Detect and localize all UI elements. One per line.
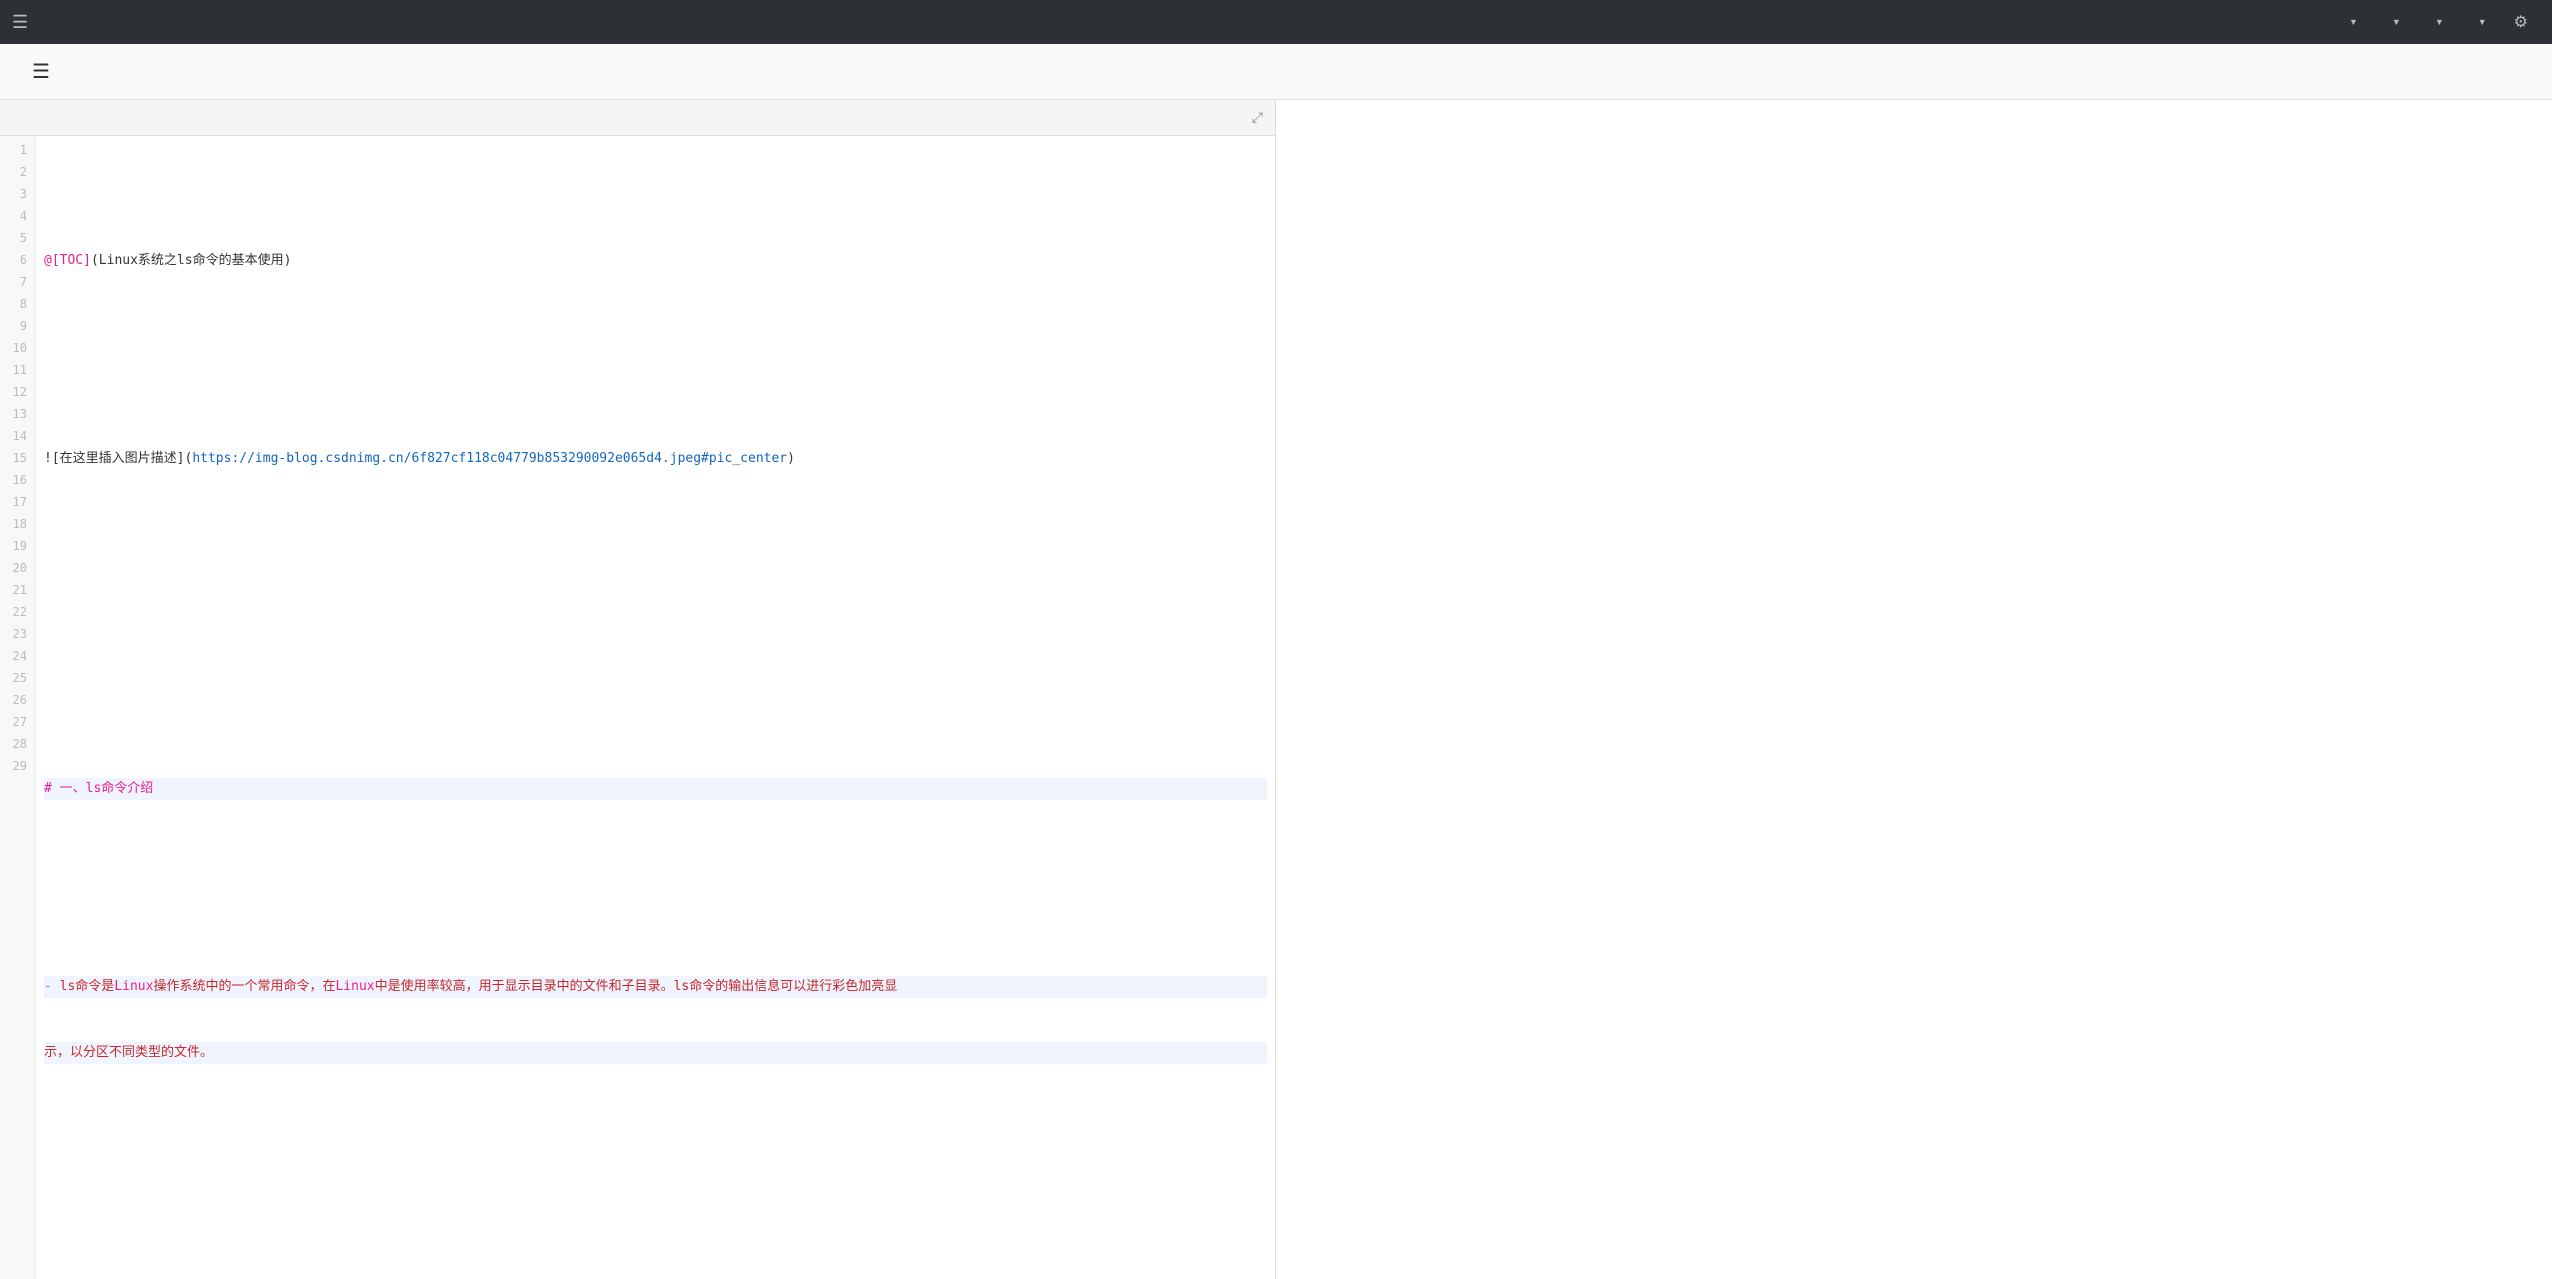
chevron-down-icon: ▼ <box>2349 17 2359 27</box>
save-to-button[interactable]: ▼ <box>2416 0 2459 44</box>
doc-title: ☰ <box>32 59 2530 84</box>
preview-as-button[interactable]: ▼ <box>2330 0 2373 44</box>
code-line: ![在这里插入图片描述](https://img-blog.csdnimg.cn… <box>44 448 1267 470</box>
code-line <box>44 910 1267 932</box>
code-line <box>44 1240 1267 1262</box>
menu-icon[interactable]: ☰ <box>12 12 28 33</box>
doc-info-bar: ☰ <box>0 44 2552 100</box>
nav-actions: ▼ ▼ ▼ ▼ ⚙ <box>2330 0 2540 44</box>
code-line <box>44 316 1267 338</box>
code-editor[interactable]: @[TOC](Linux系统之ls命令的基本使用) ![在这里插入图片描述](h… <box>36 136 1275 1279</box>
export-as-button[interactable]: ▼ <box>2373 0 2416 44</box>
main-content: ⤢ 1 2 3 4 5 6 7 8 9 10 11 12 13 14 15 16… <box>0 100 2552 1279</box>
settings-button[interactable]: ⚙ <box>2502 0 2540 44</box>
line-numbers: 1 2 3 4 5 6 7 8 9 10 11 12 13 14 15 16 1… <box>0 136 36 1279</box>
editor-panel-header: ⤢ <box>0 100 1275 136</box>
editor-content[interactable]: 1 2 3 4 5 6 7 8 9 10 11 12 13 14 15 16 1… <box>0 136 1275 1279</box>
code-line <box>44 1108 1267 1130</box>
editor-panel: ⤢ 1 2 3 4 5 6 7 8 9 10 11 12 13 14 15 16… <box>0 100 1276 1279</box>
code-line <box>44 712 1267 734</box>
top-nav: ☰ ▼ ▼ ▼ ▼ ⚙ <box>0 0 2552 44</box>
code-line <box>44 844 1267 866</box>
code-line: 示，以分区不同类型的文件。 <box>44 1042 1267 1064</box>
code-line: @[TOC](Linux系统之ls命令的基本使用) <box>44 250 1267 272</box>
chevron-down-icon: ▼ <box>2478 17 2488 27</box>
code-line <box>44 1174 1267 1196</box>
code-line <box>44 646 1267 668</box>
code-line <box>44 382 1267 404</box>
chevron-down-icon: ▼ <box>2392 17 2402 27</box>
code-line: - ls命令是Linux操作系统中的一个常用命令，在Linux中是使用率较高，用… <box>44 976 1267 998</box>
chevron-down-icon: ▼ <box>2435 17 2445 27</box>
expand-editor-button[interactable]: ⤢ <box>1252 109 1263 126</box>
doc-meta <box>2530 63 2536 81</box>
code-line: # 一、ls命令介绍 <box>44 778 1267 800</box>
code-line <box>44 514 1267 536</box>
import-from-button[interactable]: ▼ <box>2459 0 2502 44</box>
code-line <box>44 580 1267 602</box>
code-line <box>44 184 1267 206</box>
